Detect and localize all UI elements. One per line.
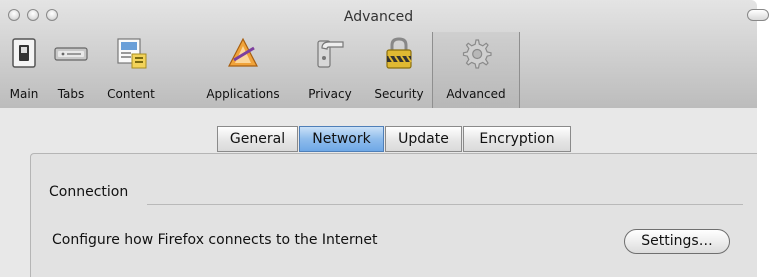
section-divider [147, 204, 743, 205]
toolbar: Advanced Main Tabs Content Applications … [0, 0, 757, 109]
tab-network[interactable]: Network [299, 126, 384, 152]
content-icon [117, 38, 147, 69]
pane-applications[interactable]: Applications [197, 32, 289, 104]
pane-label-main: Main [9, 87, 39, 101]
tab-content-panel [30, 153, 757, 277]
pane-privacy[interactable]: Privacy [300, 32, 360, 104]
pane-label-content: Content [107, 87, 155, 101]
connection-heading: Connection [49, 184, 129, 200]
switch-icon [12, 38, 36, 68]
tab-update[interactable]: Update [385, 126, 462, 152]
toolbar-toggle-button[interactable] [747, 9, 769, 21]
pane-advanced[interactable]: Advanced [432, 32, 520, 108]
pane-label-privacy: Privacy [308, 87, 352, 101]
pane-tabs[interactable]: Tabs [47, 32, 95, 104]
pane-main[interactable]: Main [6, 32, 42, 104]
pane-label-tabs: Tabs [57, 87, 85, 101]
tab-general[interactable]: General [217, 126, 298, 152]
privacy-icon [317, 40, 344, 68]
gear-icon [462, 39, 492, 69]
pane-label-security: Security [374, 87, 424, 101]
tab-bar: General Network Update Encryption [0, 126, 757, 152]
connection-description: Configure how Firefox connects to the In… [52, 232, 378, 248]
applications-icon [228, 37, 258, 67]
tab-encryption[interactable]: Encryption [463, 126, 571, 152]
connection-settings-button[interactable]: Settings… [624, 229, 730, 254]
pane-label-advanced: Advanced [446, 87, 506, 101]
pane-label-applications: Applications [206, 87, 280, 101]
window-edge [757, 30, 772, 277]
pane-content[interactable]: Content [100, 32, 162, 104]
window-title: Advanced [343, 9, 414, 25]
padlock-icon [386, 37, 412, 69]
tabs-icon [54, 47, 88, 61]
preferences-window: Advanced Main Tabs Content Applications … [0, 0, 772, 277]
pane-security[interactable]: Security [368, 32, 430, 104]
